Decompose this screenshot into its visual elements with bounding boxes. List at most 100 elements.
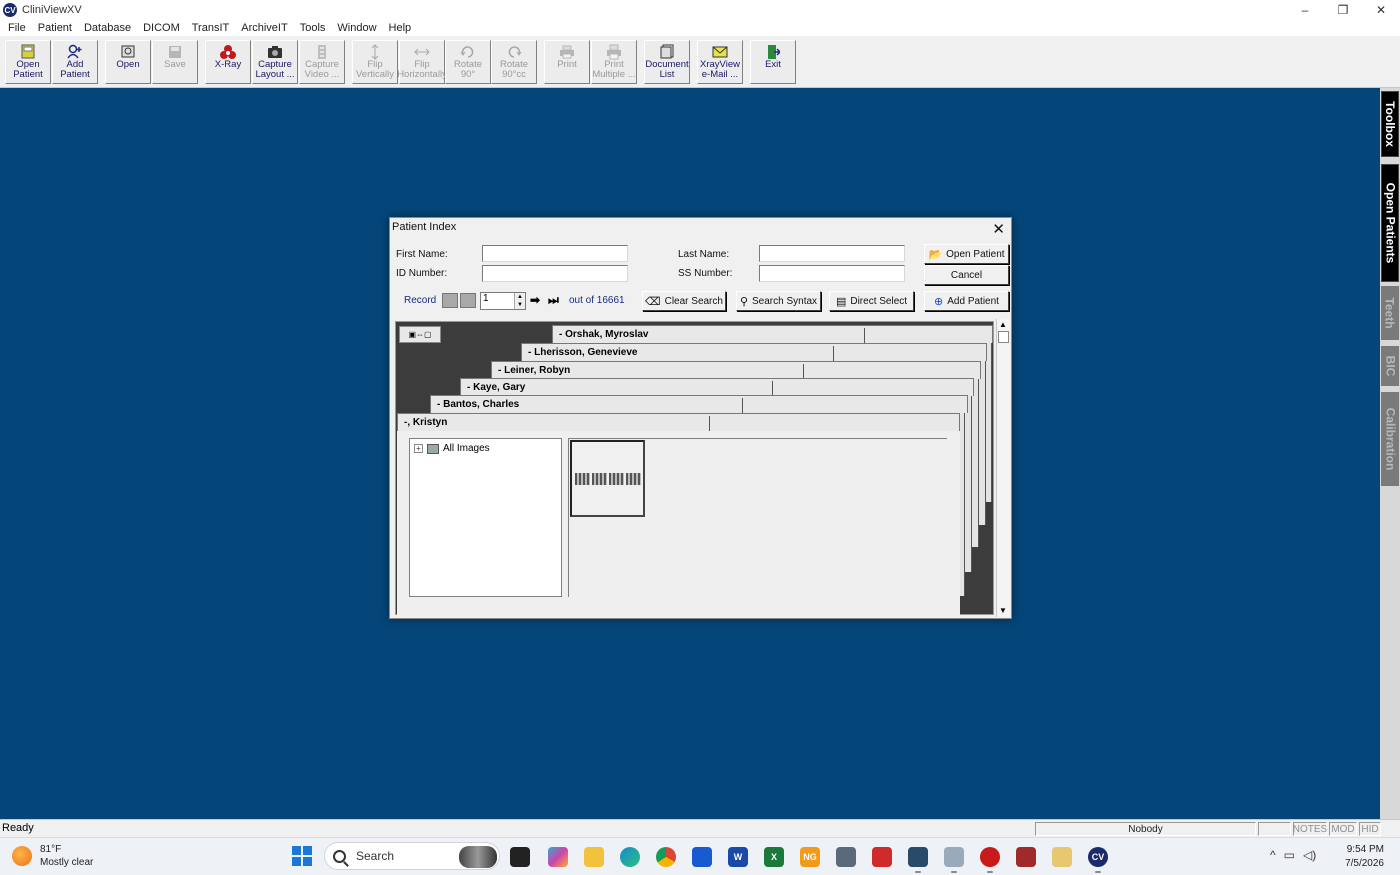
- scroll-down-icon[interactable]: ▼: [999, 606, 1007, 615]
- record-number-stepper[interactable]: 1 ▲ ▼: [480, 292, 526, 310]
- panel-scrollbar[interactable]: ▲ ▼: [996, 319, 1010, 617]
- capture-video-button[interactable]: Capture Video ...: [299, 40, 345, 84]
- copilot-icon[interactable]: [548, 847, 568, 867]
- clock[interactable]: 9:54 PM 7/5/2026: [1345, 843, 1384, 871]
- menu-tools[interactable]: Tools: [294, 22, 332, 34]
- id-number-field[interactable]: [482, 265, 628, 282]
- chrome-icon[interactable]: [656, 847, 676, 867]
- calculator-icon[interactable]: [836, 847, 856, 867]
- menu-file[interactable]: File: [2, 22, 32, 34]
- patient-tab-orshak[interactable]: - Orshak, Myroslav: [552, 325, 993, 343]
- xray-thumbnail[interactable]: [570, 440, 645, 517]
- menu-database[interactable]: Database: [78, 22, 137, 34]
- next-record-icon[interactable]: ➡: [530, 293, 540, 307]
- first-name-label: First Name:: [396, 249, 448, 260]
- weather-desc: Mostly clear: [40, 857, 94, 868]
- view-mode-toggle[interactable]: ▣⇔▢: [399, 326, 441, 343]
- scroll-up-icon[interactable]: ▲: [999, 320, 1007, 329]
- scroll-thumb[interactable]: [998, 331, 1009, 343]
- word-icon[interactable]: W: [728, 847, 748, 867]
- first-record-button[interactable]: [442, 293, 458, 308]
- patient-tab-leiner[interactable]: - Leiner, Robyn: [491, 361, 981, 379]
- print-button[interactable]: Print: [544, 40, 590, 84]
- cliniview-taskbar-icon[interactable]: CV: [1088, 847, 1108, 873]
- excel-icon[interactable]: X: [764, 847, 784, 867]
- taskbar-search[interactable]: Search: [324, 842, 500, 870]
- menu-window[interactable]: Window: [331, 22, 382, 34]
- last-name-field[interactable]: [759, 245, 905, 262]
- stepper-arrows-icon[interactable]: ▲ ▼: [514, 293, 525, 309]
- direct-select-button[interactable]: ▤ Direct Select: [829, 291, 914, 311]
- flip-horizontally-button[interactable]: Flip Horizontally: [397, 40, 447, 84]
- patient-tab-bantos[interactable]: - Bantos, Charles: [430, 395, 968, 413]
- tab-calibration[interactable]: Calibration: [1381, 392, 1399, 486]
- file-explorer-icon[interactable]: [584, 847, 604, 867]
- clear-search-button[interactable]: ⌫ Clear Search: [642, 291, 726, 311]
- add-patient-dialog-button[interactable]: ⊕ Add Patient: [924, 291, 1009, 311]
- ng-app-icon[interactable]: NG: [800, 847, 820, 867]
- chat-app-icon[interactable]: [944, 847, 964, 873]
- open-patient-button[interactable]: Open Patient: [5, 40, 51, 84]
- restore-button[interactable]: ❐: [1324, 0, 1362, 20]
- tab-open-patients[interactable]: Open Patients: [1381, 164, 1399, 282]
- start-button[interactable]: [292, 846, 312, 866]
- red-app-icon[interactable]: [872, 847, 892, 867]
- prev-record-button[interactable]: [460, 293, 476, 308]
- capture-layout-button[interactable]: Capture Layout ...: [252, 40, 298, 84]
- document-icon: ▤: [835, 295, 847, 308]
- binoculars-icon: ⚲: [739, 295, 748, 308]
- volume-icon[interactable]: ◁): [1303, 848, 1316, 862]
- search-syntax-button[interactable]: ⚲ Search Syntax: [736, 291, 821, 311]
- menu-dicom[interactable]: DICOM: [137, 22, 186, 34]
- network-icon[interactable]: ▭: [1284, 848, 1295, 862]
- xrayview-email-button[interactable]: XrayView e-Mail ...: [697, 40, 743, 84]
- open-button[interactable]: Open: [105, 40, 151, 84]
- dental-app-icon[interactable]: [1052, 847, 1072, 867]
- store-icon[interactable]: [692, 847, 712, 867]
- add-patient-button[interactable]: Add Patient: [52, 40, 98, 84]
- rotate-90-button[interactable]: Rotate 90°: [445, 40, 491, 84]
- tab-bic[interactable]: BIC: [1381, 346, 1399, 386]
- patient-tab-lherisson[interactable]: - Lherisson, Genevieve: [521, 343, 987, 361]
- ss-number-field[interactable]: [759, 265, 905, 282]
- tooth-app-icon[interactable]: [1016, 847, 1036, 867]
- red-circle-app-icon[interactable]: [980, 847, 1000, 873]
- save-icon: [166, 43, 184, 60]
- menu-transit[interactable]: TransIT: [186, 22, 236, 34]
- last-record-icon[interactable]: ⏭: [548, 293, 559, 308]
- patient-tab-kaye[interactable]: - Kaye, Gary: [460, 378, 974, 396]
- tray-overflow-icon[interactable]: ^: [1270, 848, 1276, 862]
- tab-teeth[interactable]: Teeth: [1381, 286, 1399, 340]
- menu-help[interactable]: Help: [383, 22, 418, 34]
- task-view-icon[interactable]: [510, 847, 530, 867]
- close-window-button[interactable]: ✕: [1362, 0, 1400, 20]
- menu-patient[interactable]: Patient: [32, 22, 78, 34]
- dialog-close-button[interactable]: ✕: [992, 220, 1005, 238]
- print-multiple-button[interactable]: Print Multiple ...: [591, 40, 637, 84]
- menu-bar: File Patient Database DICOM TransIT Arch…: [0, 20, 1400, 36]
- dialog-title: Patient Index: [392, 221, 457, 233]
- remote-app-icon[interactable]: [908, 847, 928, 873]
- cancel-button[interactable]: Cancel: [924, 265, 1009, 285]
- flip-vertically-button[interactable]: Flip Vertically: [352, 40, 398, 84]
- tab-toolbox[interactable]: Toolbox: [1381, 91, 1399, 157]
- print-multiple-icon: [605, 43, 623, 60]
- first-name-field[interactable]: [482, 245, 628, 262]
- minimize-button[interactable]: –: [1286, 0, 1324, 20]
- weather-widget[interactable]: 81°F Mostly clear: [12, 843, 93, 869]
- xray-button[interactable]: X-Ray: [205, 40, 251, 84]
- tree-item-all-images[interactable]: + All Images: [414, 443, 490, 454]
- open-patient-dialog-button[interactable]: 📂 Open Patient: [924, 244, 1009, 264]
- patient-tab-kristyn[interactable]: -, Kristyn: [397, 413, 960, 431]
- expand-icon[interactable]: +: [414, 444, 423, 453]
- document-list-button[interactable]: Document List: [644, 40, 690, 84]
- weather-moon-icon: [12, 846, 32, 866]
- menu-archiveit[interactable]: ArchiveIT: [235, 22, 293, 34]
- edge-icon[interactable]: [620, 847, 640, 867]
- system-tray: ^ ▭ ◁): [1270, 848, 1316, 862]
- stack-edge: [965, 394, 972, 572]
- save-button[interactable]: Save: [152, 40, 198, 84]
- id-number-label: ID Number:: [396, 268, 448, 279]
- exit-button[interactable]: Exit: [750, 40, 796, 84]
- rotate-90cc-button[interactable]: Rotate 90°cc: [491, 40, 537, 84]
